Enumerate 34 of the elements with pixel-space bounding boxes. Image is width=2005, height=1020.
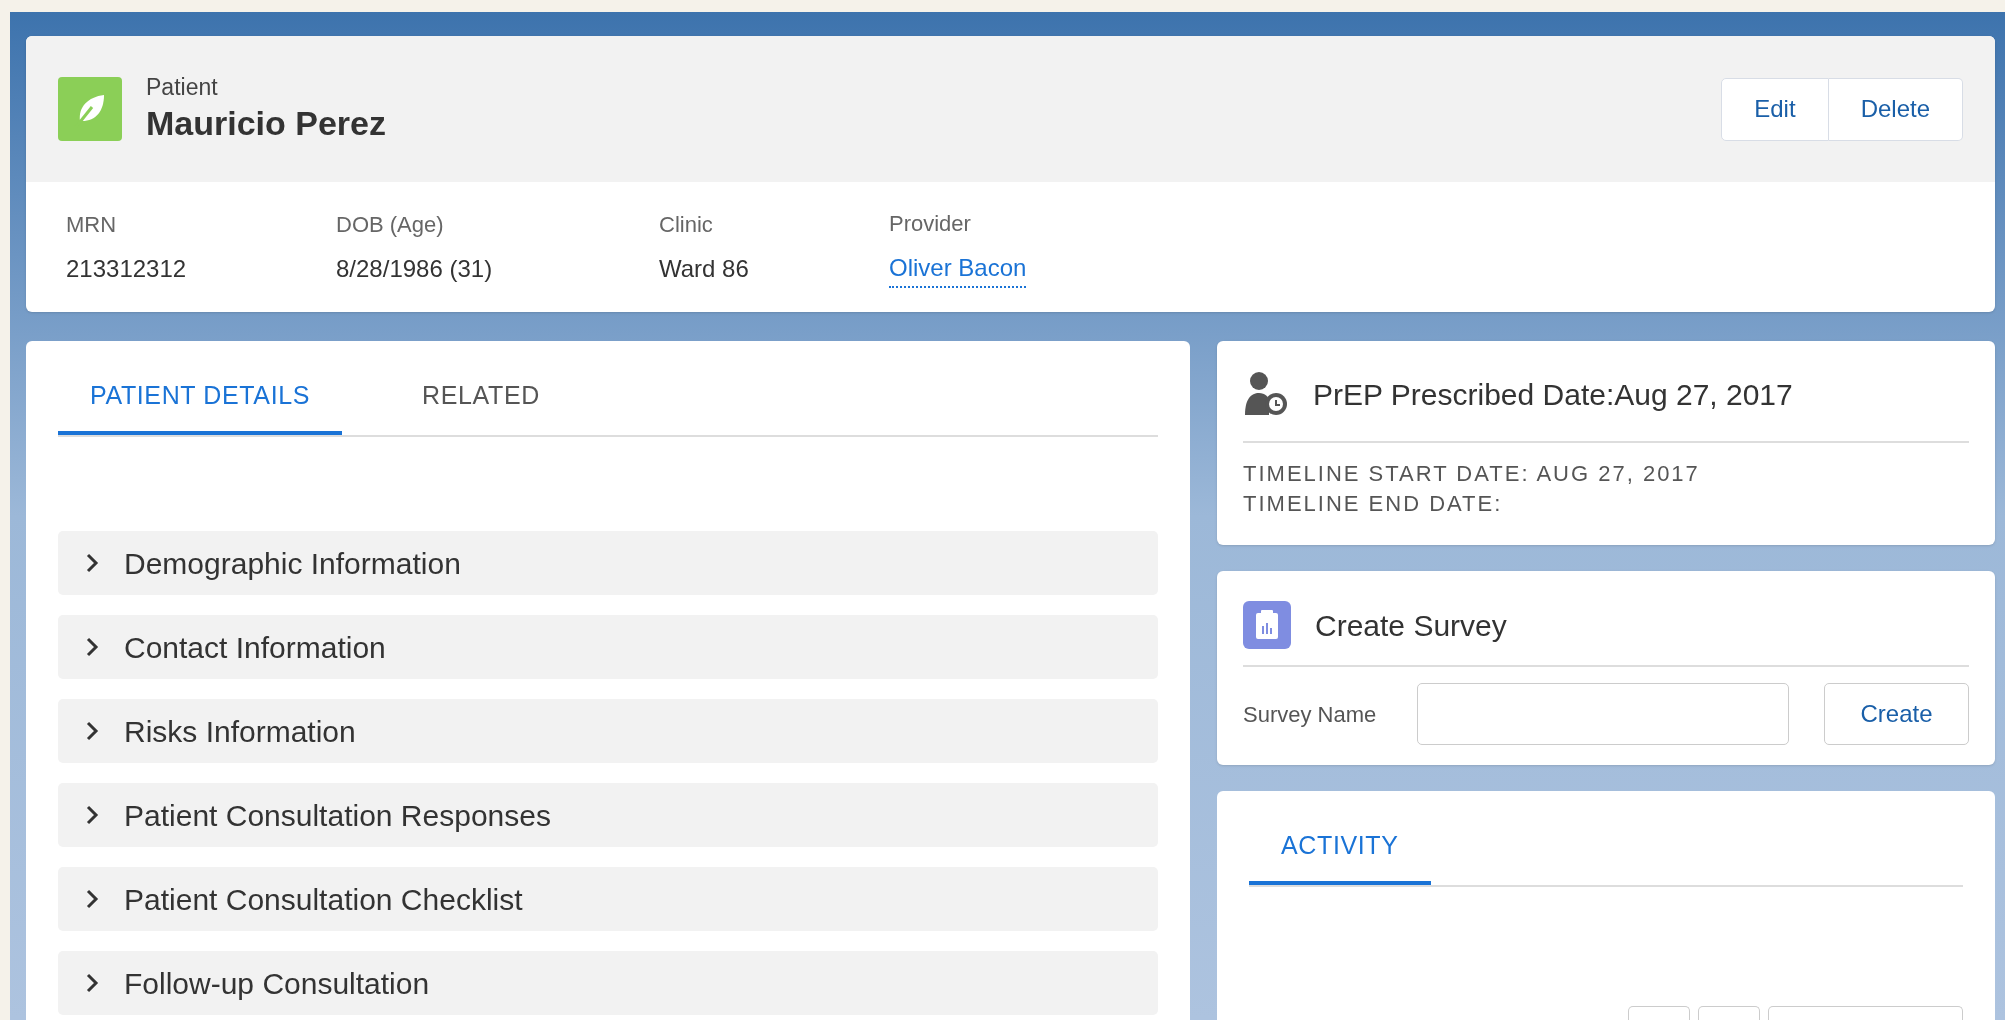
object-type: Patient: [146, 73, 219, 103]
section-header[interactable]: Follow-up Consultation: [58, 951, 1158, 1015]
field-value: Ward 86: [659, 253, 750, 284]
clipboard-chart-icon: [1243, 601, 1291, 649]
field-value: 213312312: [66, 253, 188, 284]
field-label: Provider: [889, 209, 972, 238]
timeline-date: TIMELINE START DATE: AUG 27, 2017: [1243, 460, 1701, 488]
create-button[interactable]: Create: [1824, 683, 1969, 745]
action-button[interactable]: Edit: [1721, 77, 1829, 141]
section-header[interactable]: Demographic Information: [58, 531, 1158, 595]
section-header[interactable]: Risks Information: [58, 699, 1158, 763]
provider-link[interactable]: Oliver Bacon: [889, 249, 1027, 288]
section-header[interactable]: Patient Consultation Checklist: [58, 867, 1158, 931]
survey-name-input[interactable]: [1417, 683, 1789, 745]
section-header[interactable]: Patient Consultation Responses: [58, 783, 1158, 847]
tab[interactable]: ACTIVITY: [1249, 811, 1431, 885]
record-title: Mauricio Perez: [146, 103, 386, 145]
section-header[interactable]: Contact Information: [58, 615, 1158, 679]
field-label: DOB (Age): [336, 210, 445, 239]
toolbar-button[interactable]: [1768, 1006, 1963, 1020]
action-button[interactable]: Delete: [1828, 77, 1963, 141]
card-title: Create Survey: [1315, 607, 1507, 644]
toolbar-button[interactable]: [1628, 1006, 1690, 1020]
field-value: 8/28/1986 (31): [336, 253, 494, 284]
tab[interactable]: RELATED: [390, 361, 572, 435]
field-label: MRN: [66, 210, 118, 239]
card-title: PrEP Prescribed Date:Aug 27, 2017: [1313, 376, 1793, 413]
timeline-date: TIMELINE END DATE:: [1243, 490, 1504, 518]
field-label: Clinic: [659, 210, 714, 239]
toolbar-button[interactable]: [1698, 1006, 1760, 1020]
field-label: Survey Name: [1243, 700, 1378, 729]
leaf-icon: [58, 77, 122, 141]
person-clock-icon: [1243, 371, 1289, 417]
tab[interactable]: PATIENT DETAILS: [58, 361, 343, 435]
